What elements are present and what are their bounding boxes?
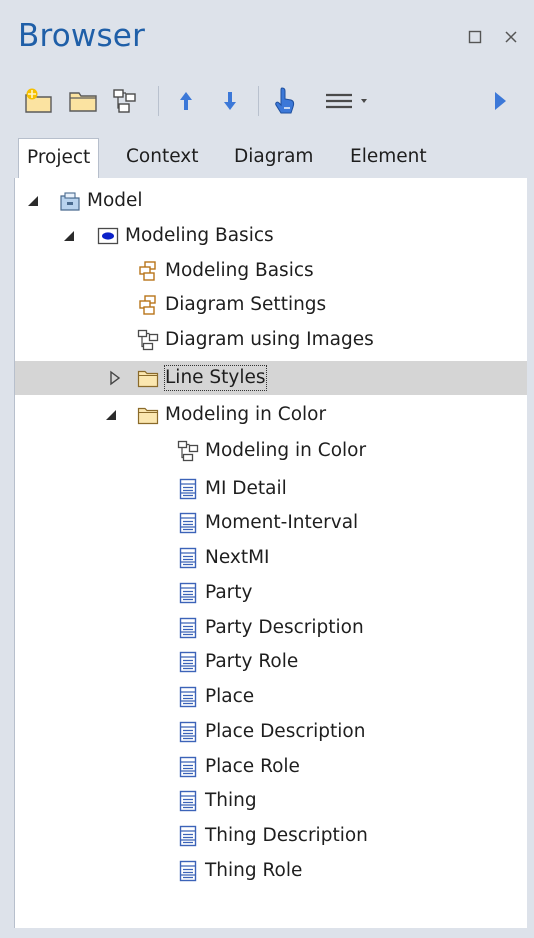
class-icon bbox=[179, 686, 197, 708]
tree-item-place-role[interactable]: Place Role bbox=[15, 750, 527, 784]
tree-item-label: Party Description bbox=[205, 617, 364, 638]
tree-item-modeling-basics-view[interactable]: Modeling Basics bbox=[15, 219, 527, 253]
tree-item-label: Modeling in Color bbox=[205, 440, 367, 461]
class-icon bbox=[179, 617, 197, 639]
tree-item-label: MI Detail bbox=[205, 478, 287, 499]
tree-item-party-description[interactable]: Party Description bbox=[15, 611, 527, 645]
tree-item-label: Line Styles bbox=[164, 365, 267, 391]
tree-item-label: Moment-Interval bbox=[205, 512, 359, 533]
tree-item-label: Diagram using Images bbox=[165, 329, 374, 350]
browser-panel: Browser Project Context Diagram Element … bbox=[0, 0, 534, 938]
tree-item-mi-detail[interactable]: MI Detail bbox=[15, 472, 527, 506]
arrow-down-icon bbox=[224, 92, 236, 110]
diagram-icon bbox=[137, 329, 159, 351]
tree-item-label: Place Description bbox=[205, 721, 366, 742]
window-title: Browser bbox=[18, 18, 146, 54]
tree-item-label: Place Role bbox=[205, 756, 300, 777]
tree-item-label: Thing Description bbox=[205, 825, 368, 846]
menu-dropdown-button[interactable] bbox=[316, 82, 380, 120]
tree-item-nextmi[interactable]: NextMI bbox=[15, 541, 527, 575]
play-arrow-icon bbox=[495, 92, 506, 110]
hamburger-menu-icon bbox=[326, 93, 367, 109]
tree-item-label: Place bbox=[205, 686, 255, 707]
maximize-button[interactable] bbox=[462, 24, 488, 50]
close-icon bbox=[505, 31, 517, 43]
arrow-up-icon bbox=[180, 92, 192, 110]
class-icon bbox=[179, 825, 197, 847]
tree-item-party[interactable]: Party bbox=[15, 576, 527, 610]
title-bar: Browser bbox=[0, 0, 534, 78]
tab-diagram[interactable]: Diagram bbox=[226, 138, 321, 178]
tree-item-thing[interactable]: Thing bbox=[15, 784, 527, 818]
tree-item-label: Diagram Settings bbox=[165, 294, 327, 315]
tree-item-party-role[interactable]: Party Role bbox=[15, 645, 527, 679]
tree-item-thing-description[interactable]: Thing Description bbox=[15, 819, 527, 853]
package-icon bbox=[139, 295, 156, 315]
tree-item-label: Modeling Basics bbox=[125, 225, 274, 246]
folder-icon bbox=[137, 370, 159, 388]
tree-item-modeling-in-color-folder[interactable]: Modeling in Color bbox=[15, 398, 527, 432]
class-icon bbox=[179, 547, 197, 569]
project-tree[interactable]: Model Modeling Basics Modeling Basics Di… bbox=[14, 178, 527, 928]
new-folder-icon bbox=[25, 88, 52, 113]
class-icon bbox=[179, 860, 197, 882]
expanded-triangle-icon[interactable] bbox=[103, 407, 119, 423]
folder-icon bbox=[137, 407, 159, 425]
tree-item-thing-role[interactable]: Thing Role bbox=[15, 854, 527, 888]
tree-item-modeling-in-color-diagram[interactable]: Modeling in Color bbox=[15, 434, 527, 468]
class-icon bbox=[179, 512, 197, 534]
tree-item-diagram-using-images[interactable]: Diagram using Images bbox=[15, 323, 527, 357]
class-icon bbox=[179, 721, 197, 743]
collapsed-triangle-icon[interactable] bbox=[107, 370, 123, 386]
tree-item-place-description[interactable]: Place Description bbox=[15, 715, 527, 749]
tree-item-label: NextMI bbox=[205, 547, 270, 568]
model-root-icon bbox=[60, 192, 80, 211]
view-package-icon bbox=[97, 227, 119, 245]
tree-item-label: Thing Role bbox=[205, 860, 303, 881]
expand-toolbar-button[interactable] bbox=[486, 82, 514, 120]
chevron-down-icon bbox=[361, 99, 367, 103]
expanded-triangle-icon[interactable] bbox=[61, 228, 77, 244]
toolbar bbox=[0, 78, 534, 124]
maximize-icon bbox=[468, 30, 482, 44]
tree-item-line-styles[interactable]: Line Styles bbox=[15, 361, 527, 395]
tree-item-label: Model bbox=[87, 190, 143, 211]
class-icon bbox=[179, 478, 197, 500]
tree-item-place[interactable]: Place bbox=[15, 680, 527, 714]
folder-icon bbox=[69, 92, 97, 112]
move-down-button[interactable] bbox=[216, 82, 244, 120]
tree-item-label: Party bbox=[205, 582, 253, 603]
tab-context[interactable]: Context bbox=[118, 138, 206, 178]
tab-project[interactable]: Project bbox=[18, 138, 100, 179]
tab-strip: Project Context Diagram Element bbox=[0, 138, 534, 179]
toolbar-separator bbox=[158, 86, 159, 116]
package-icon bbox=[139, 261, 156, 281]
new-diagram-button[interactable] bbox=[108, 82, 142, 120]
diagram-icon bbox=[113, 89, 136, 113]
new-model-button[interactable] bbox=[22, 82, 56, 120]
tree-item-diagram-settings[interactable]: Diagram Settings bbox=[15, 288, 527, 322]
class-icon bbox=[179, 651, 197, 673]
class-icon bbox=[179, 790, 197, 812]
toolbar-separator bbox=[258, 86, 259, 116]
tree-item-label: Thing bbox=[205, 790, 257, 811]
properties-button[interactable] bbox=[268, 82, 302, 120]
tree-item-label: Modeling Basics bbox=[165, 260, 314, 281]
close-button[interactable] bbox=[498, 24, 524, 50]
move-up-button[interactable] bbox=[172, 82, 200, 120]
tree-item-modeling-basics-package[interactable]: Modeling Basics bbox=[15, 254, 527, 288]
diagram-icon bbox=[177, 440, 199, 462]
class-icon bbox=[179, 582, 197, 604]
tab-element[interactable]: Element bbox=[342, 138, 435, 178]
tree-item-model[interactable]: Model bbox=[15, 184, 527, 218]
tree-item-moment-interval[interactable]: Moment-Interval bbox=[15, 506, 527, 540]
expanded-triangle-icon[interactable] bbox=[25, 193, 41, 209]
class-icon bbox=[179, 756, 197, 778]
new-package-button[interactable] bbox=[66, 82, 100, 120]
tree-item-label: Modeling in Color bbox=[165, 404, 327, 425]
tree-item-label: Party Role bbox=[205, 651, 299, 672]
hand-pointer-icon bbox=[275, 87, 295, 114]
